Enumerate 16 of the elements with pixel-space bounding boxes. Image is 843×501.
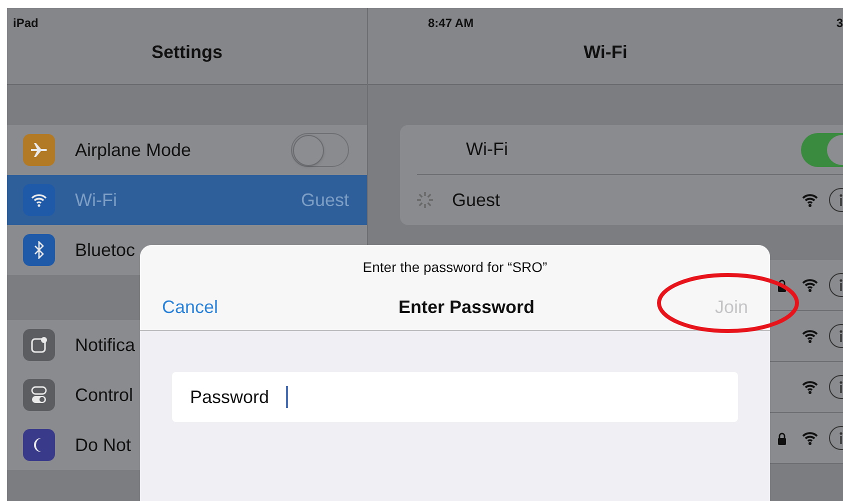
dialog-title: Enter Password <box>398 296 535 319</box>
settings-label: Wi-Fi <box>75 188 117 212</box>
settings-label: Notifica <box>75 334 136 356</box>
wifi-label: Wi-Fi <box>466 138 508 161</box>
sidebar-title: Settings <box>151 41 222 64</box>
settings-label: Control <box>75 384 134 406</box>
device-name: iPad <box>12 15 40 32</box>
dialog-prompt: Enter the password for “SRO” <box>362 258 548 277</box>
status-time: 8:47 AM <box>428 15 474 32</box>
field-label: Password <box>190 386 270 408</box>
settings-label: Bluetoc <box>75 238 136 262</box>
settings-label: Airplane Mode <box>75 138 192 162</box>
settings-value: Guest <box>300 188 349 212</box>
detail-title: Wi-Fi <box>584 41 628 64</box>
battery-percent: 3 <box>836 15 843 32</box>
settings-label: Do Not <box>75 434 132 456</box>
